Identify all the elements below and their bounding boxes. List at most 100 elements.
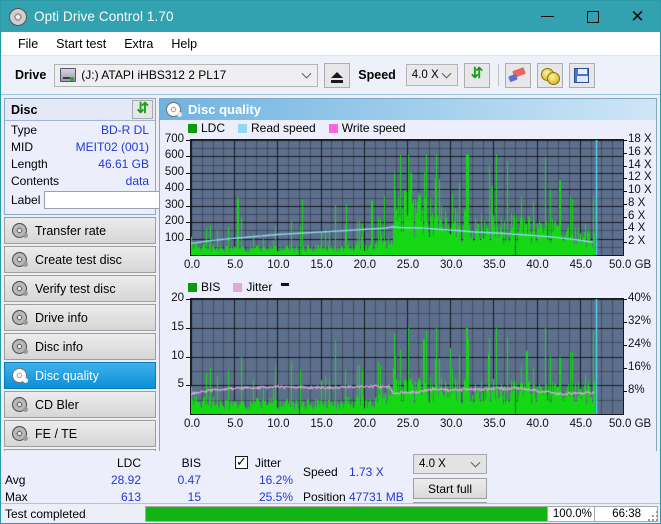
toolbar: Drive (J:) ATAPI iHBS312 2 PL17 Speed 4.… [1,56,660,95]
chevron-down-icon [470,457,481,468]
secondary-y-axis-tick-mark [623,242,627,244]
disc-row-length: Length 46.61 GB [5,155,155,172]
secondary-y-axis-tick-mark [623,216,627,218]
legend-label-jitter: Jitter [246,280,273,294]
maximize-button[interactable] [570,1,615,32]
y-axis-tick-label: 600 [164,149,184,162]
sidebar-item-cd-bler[interactable]: CD Bler [4,391,156,418]
bottom-chart-canvas [191,299,623,414]
resize-grip[interactable] [648,511,658,521]
menu-start-test[interactable]: Start test [47,35,115,53]
sidebar-item-fe-te[interactable]: FE / TE [4,420,156,447]
speed-label: Speed [358,68,396,82]
disc-contents-label: Contents [11,173,60,188]
x-axis-tick-label: 20.0 [353,418,376,430]
stats-jitter-max: 25.5% [258,490,293,504]
x-axis-tick-label: 40.0 [526,418,549,430]
x-axis-tick-label: 25.0 [396,259,420,271]
x-axis-tick-label: 45.0 [569,418,592,430]
secondary-y-axis-tick-mark [623,391,627,392]
minimize-icon [541,16,554,17]
secondary-y-axis-tick-label: 14 X [628,158,652,171]
start-full-button[interactable]: Start full [413,478,487,499]
erase-button[interactable] [504,62,531,88]
drive-select[interactable]: (J:) ATAPI iHBS312 2 PL17 [54,63,319,87]
stats-col-header-bis: BIS [181,456,201,470]
disc-mid-value: MEIT02 (001) [75,139,149,154]
secondary-y-axis-tick-label: 8% [628,384,645,396]
x-axis-tick-label: 35.0 [483,418,506,430]
close-button[interactable]: ✕ [615,1,660,32]
drive-select-value: (J:) ATAPI iHBS312 2 PL17 [81,68,227,82]
x-axis-tick-label: 45.0 [569,259,592,271]
sidebar-item-disc-quality[interactable]: Disc quality [4,362,156,389]
menu-help[interactable]: Help [162,35,206,53]
y-axis-tick-mark [186,238,190,240]
sidebar-item-label: Verify test disc [35,281,116,296]
sidebar-item-disc-info[interactable]: Disc info [4,333,156,360]
stats-jitter-avg: 16.2% [258,473,293,487]
secondary-y-axis-tick-mark [623,299,627,300]
bottom-chart-plot-area [190,298,624,415]
drive-label: Drive [15,68,47,82]
minimize-button[interactable] [525,1,570,32]
disc-icon [12,368,28,383]
secondary-y-axis-tick-mark [623,368,627,369]
coins-icon [541,67,561,85]
application-window: Opti Drive Control 1.70 ✕ File Start tes… [0,0,661,524]
menu-bar: File Start test Extra Help [1,32,660,56]
coins-button[interactable] [536,62,563,88]
disc-label-label: Label [11,193,41,207]
maximize-icon [586,10,599,23]
jitter-checkbox[interactable] [235,454,248,470]
title-bar: Opti Drive Control 1.70 ✕ [1,1,660,32]
disc-icon [12,223,28,238]
y-axis-tick-mark [186,222,190,224]
eject-button[interactable] [324,62,351,88]
legend-marker-extra [281,282,290,286]
x-axis-tick-label: 30.0 [439,418,463,430]
sidebar-item-create-test-disc[interactable]: Create test disc [4,246,156,273]
y-axis-tick-mark [186,172,190,174]
disc-label-row: Label [5,189,247,214]
menu-extra[interactable]: Extra [115,35,162,53]
legend-swatch-jitter [233,282,243,292]
y-axis-tick-mark [186,385,190,387]
test-speed-select[interactable]: 4.0 X [413,454,487,474]
secondary-y-axis-tick-mark [623,165,627,167]
secondary-y-axis-tick-mark [623,322,627,323]
sidebar-item-drive-info[interactable]: Drive info [4,304,156,331]
x-axis-tick-label: 10.0 [267,259,290,271]
disc-refresh-button[interactable] [132,99,153,119]
stats-speed-value: 1.73 X [349,465,384,479]
stats-bis-max: 15 [187,490,201,504]
refresh-button[interactable] [463,62,490,88]
x-axis-tick-label: 50.0 GB [609,418,652,430]
progress-bar-fill [146,506,547,521]
secondary-y-axis-tick-mark [623,203,627,205]
status-text: Test completed [5,506,86,521]
top-chart: LDC Read speed Write speed 100 200 300 400 5… [160,120,656,280]
speed-select[interactable]: 4.0 X [405,64,458,86]
save-button[interactable] [568,62,595,88]
close-icon: ✕ [630,7,645,26]
top-chart-canvas [191,140,623,255]
sidebar-item-transfer-rate[interactable]: Transfer rate [4,217,156,244]
x-axis-tick-label: 0.0 [184,259,200,271]
x-axis-tick-label: 30.0 [439,259,463,271]
sidebar-item-verify-test-disc[interactable]: Verify test disc [4,275,156,302]
menu-file[interactable]: File [9,35,47,53]
top-chart-legend: LDC Read speed Write speed [188,121,406,135]
bottom-chart: BIS Jitter 5 10 15 20 8% 16% 24% 32% 40% 0.0 5.0 10… [160,280,656,445]
chevron-down-icon [301,68,312,79]
disc-icon [12,310,28,325]
speed-select-value: 4.0 X [411,69,439,81]
sidebar-item-label: Disc info [35,339,83,354]
disc-mid-label: MID [11,139,33,154]
test-speed-value: 4.0 X [419,458,446,470]
disc-row-mid: MID MEIT02 (001) [5,138,155,155]
stats-speed-label: Speed [303,465,338,479]
secondary-y-axis-tick-label: 40% [628,292,652,304]
sidebar-item-label: CD Bler [35,397,79,412]
y-axis-tick-mark [186,205,190,207]
